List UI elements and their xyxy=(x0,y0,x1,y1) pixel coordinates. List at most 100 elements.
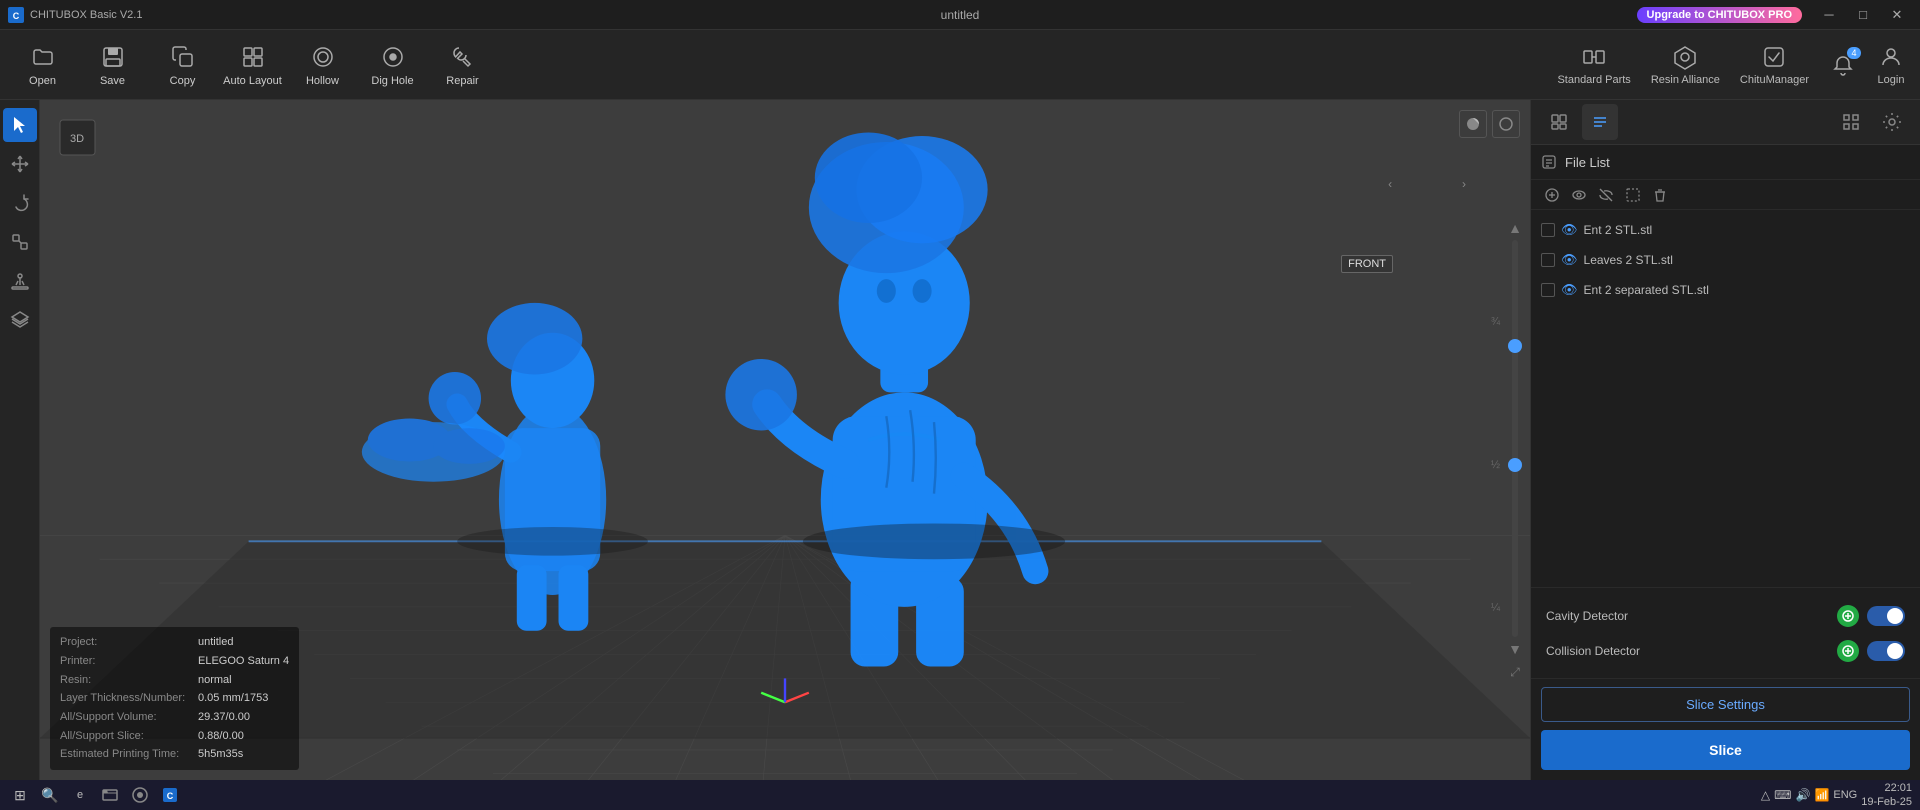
info-overlay: Project: untitled Printer: ELEGOO Saturn… xyxy=(50,627,299,770)
sidebar-move[interactable] xyxy=(3,147,37,181)
app-name: CHITUBOX Basic V2.1 xyxy=(30,9,142,21)
view-next-btn[interactable]: › xyxy=(1456,176,1472,192)
file-item-2[interactable]: 👁 Ent 2 separated STL.stl xyxy=(1531,275,1920,305)
close-button[interactable]: ✕ xyxy=(1882,5,1912,25)
tray-lang[interactable]: ENG xyxy=(1833,789,1857,801)
restore-button[interactable]: □ xyxy=(1848,5,1878,25)
sidebar-scale[interactable] xyxy=(3,225,37,259)
notifications-button[interactable]: 4 xyxy=(1829,51,1857,79)
toolbar-auto-layout[interactable]: Auto Layout xyxy=(220,35,285,95)
tray-start: ⊞ 🔍 e C xyxy=(0,780,190,810)
panel-tab-list[interactable] xyxy=(1582,104,1618,140)
layer-value: 0.05 mm/1753 xyxy=(198,689,268,708)
slice-label: All/Support Slice: xyxy=(60,727,190,746)
auto-layout-icon xyxy=(239,43,267,71)
minimize-button[interactable]: ─ xyxy=(1814,5,1844,25)
shaded-view-btn[interactable] xyxy=(1459,110,1487,138)
sidebar-layers[interactable] xyxy=(3,303,37,337)
notification-icon: 4 xyxy=(1829,51,1857,79)
title-text: untitled xyxy=(941,8,980,22)
cavity-detector-label: Cavity Detector xyxy=(1546,609,1628,623)
file-list-icon xyxy=(1541,154,1557,170)
wireframe-view-btn[interactable] xyxy=(1492,110,1520,138)
volume-label: All/Support Volume: xyxy=(60,708,190,727)
collision-green-btn[interactable] xyxy=(1837,640,1859,662)
file-check-2[interactable] xyxy=(1541,283,1555,297)
tray-time[interactable]: 22:01 19-Feb-25 xyxy=(1861,781,1912,810)
collision-detector-label: Collision Detector xyxy=(1546,644,1640,658)
toolbar-dig-hole[interactable]: Dig Hole xyxy=(360,35,425,95)
file-eye-1[interactable]: 👁 xyxy=(1561,252,1578,268)
view-label-area: ‹ FRONT › xyxy=(1382,175,1472,193)
fl-add-btn[interactable] xyxy=(1541,184,1563,206)
toolbar-copy[interactable]: Copy xyxy=(150,35,215,95)
view-label-text: FRONT xyxy=(1348,258,1386,270)
view-prev-btn[interactable]: ‹ xyxy=(1382,176,1398,192)
resin-label: Resin: xyxy=(60,671,190,690)
detectors-section: Cavity Detector Collision Detector xyxy=(1531,587,1920,678)
slider-thumb-lower[interactable] xyxy=(1508,458,1522,472)
file-check-1[interactable] xyxy=(1541,253,1555,267)
panel-tab-settings[interactable] xyxy=(1874,104,1910,140)
windows-start-btn[interactable]: ⊞ xyxy=(8,783,32,807)
toolbar-repair[interactable]: Repair xyxy=(430,35,495,95)
file-eye-2[interactable]: 👁 xyxy=(1561,282,1578,298)
slice-button[interactable]: Slice xyxy=(1541,730,1910,770)
viewport[interactable]: 3D ‹ FRONT › xyxy=(40,100,1530,780)
toolbar-open[interactable]: Open xyxy=(10,35,75,95)
collision-toggle[interactable] xyxy=(1867,641,1905,661)
tray-icon-3[interactable]: 🔊 xyxy=(1795,788,1810,802)
taskbar-edge[interactable]: e xyxy=(68,783,92,807)
tray-icon-1[interactable]: △ xyxy=(1761,788,1770,802)
toolbar-save[interactable]: Save xyxy=(80,35,145,95)
slice-settings-button[interactable]: Slice Settings xyxy=(1541,687,1910,722)
time-value: 5h5m35s xyxy=(198,745,243,764)
resin-alliance-button[interactable]: Resin Alliance xyxy=(1651,43,1720,86)
taskbar-app[interactable]: C xyxy=(158,783,182,807)
chitumanager-button[interactable]: ChituManager xyxy=(1740,43,1809,86)
tray-icon-4[interactable]: 📶 xyxy=(1814,788,1829,802)
sidebar-select[interactable] xyxy=(3,108,37,142)
collision-toggle-knob xyxy=(1887,643,1903,659)
front-view-label: FRONT xyxy=(1341,255,1393,273)
right-panel: File List xyxy=(1530,100,1920,780)
cavity-toggle[interactable] xyxy=(1867,606,1905,626)
slider-track[interactable] xyxy=(1512,240,1518,637)
login-button[interactable]: Login xyxy=(1877,43,1905,86)
file-item-0[interactable]: 👁 Ent 2 STL.stl xyxy=(1531,215,1920,245)
sidebar-support[interactable] xyxy=(3,264,37,298)
left-sidebar xyxy=(0,100,40,780)
panel-tab-files[interactable] xyxy=(1541,104,1577,140)
taskbar-chrome[interactable] xyxy=(128,783,152,807)
toolbar-hollow[interactable]: Hollow xyxy=(290,35,355,95)
standard-parts-button[interactable]: Standard Parts xyxy=(1557,43,1630,86)
slider-up-btn[interactable]: ▲ xyxy=(1508,220,1522,236)
file-list-actions xyxy=(1531,180,1920,210)
tray-icons-group: △ ⌨ 🔊 📶 ENG xyxy=(1761,788,1857,802)
expand-icon[interactable]: ⤢ xyxy=(1510,665,1520,680)
svg-text:C: C xyxy=(167,791,174,801)
fl-hide-all-btn[interactable] xyxy=(1595,184,1617,206)
search-btn[interactable]: 🔍 xyxy=(38,783,62,807)
slider-down-btn[interactable]: ▼ xyxy=(1508,641,1522,657)
upgrade-button[interactable]: Upgrade to CHITUBOX PRO xyxy=(1637,7,1802,23)
tray-icon-2[interactable]: ⌨ xyxy=(1774,788,1791,802)
view-cube[interactable]: 3D xyxy=(50,110,105,165)
copy-icon xyxy=(169,43,197,71)
sidebar-rotate[interactable] xyxy=(3,186,37,220)
panel-tab-grid[interactable] xyxy=(1833,104,1869,140)
slider-thumb-upper[interactable] xyxy=(1508,339,1522,353)
fl-delete-btn[interactable] xyxy=(1649,184,1671,206)
vertical-slider-area: ▲ ▼ ⤢ xyxy=(1508,220,1522,680)
cavity-green-btn[interactable] xyxy=(1837,605,1859,627)
fl-show-all-btn[interactable] xyxy=(1568,184,1590,206)
chitumanager-label: ChituManager xyxy=(1740,74,1809,86)
taskbar-explorer[interactable] xyxy=(98,783,122,807)
fl-select-all-btn[interactable] xyxy=(1622,184,1644,206)
file-check-0[interactable] xyxy=(1541,223,1555,237)
file-item-1[interactable]: 👁 Leaves 2 STL.stl xyxy=(1531,245,1920,275)
project-value: untitled xyxy=(198,633,233,652)
file-eye-0[interactable]: 👁 xyxy=(1561,222,1578,238)
view-controls: 3D xyxy=(50,110,105,165)
file-name-1: Leaves 2 STL.stl xyxy=(1584,253,1910,267)
